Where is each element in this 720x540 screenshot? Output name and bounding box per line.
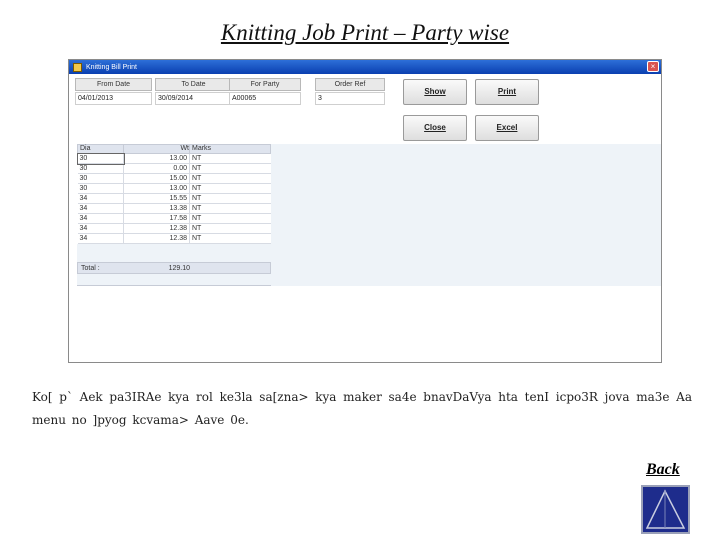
table-row[interactable]: 30 15.00 NT xyxy=(77,173,271,184)
order-ref-label: Order Ref xyxy=(315,78,385,91)
total-value: 129.10 xyxy=(168,264,190,272)
table-row[interactable]: 34 12.38 NT xyxy=(77,233,271,244)
order-ref-field[interactable]: 3 xyxy=(315,92,385,105)
cell-marks[interactable]: NT xyxy=(189,163,271,174)
for-party-field[interactable]: A00065 xyxy=(229,92,301,105)
slide-description: Ko[ p` Aek pa3IRAe kya rol ke3la sa[zna>… xyxy=(32,390,692,427)
cell-marks[interactable]: NT xyxy=(189,193,271,204)
back-link[interactable]: Back xyxy=(646,461,680,479)
close-button[interactable]: Close xyxy=(403,115,467,141)
window-title: Knitting Bill Print xyxy=(86,63,137,71)
grid-divider xyxy=(77,285,271,286)
from-date-field[interactable]: 04/01/2013 xyxy=(75,92,152,105)
cell-marks[interactable]: NT xyxy=(189,203,271,214)
cell-wt[interactable]: 13.38 xyxy=(123,203,190,214)
data-grid: Dia Wt Marks 30 13.00 NT 30 0.00 NT 30 1… xyxy=(76,144,661,286)
cell-wt[interactable]: 13.00 xyxy=(123,153,190,164)
cell-marks[interactable]: NT xyxy=(189,223,271,234)
cell-dia[interactable]: 30 xyxy=(77,183,124,194)
window-titlebar: Knitting Bill Print × xyxy=(69,60,661,74)
cell-wt[interactable]: 13.00 xyxy=(123,183,190,194)
cell-dia[interactable]: 34 xyxy=(77,213,124,224)
cell-wt[interactable]: 17.58 xyxy=(123,213,190,224)
table-row[interactable]: 34 15.55 NT xyxy=(77,193,271,204)
knitting-bill-print-window: Knitting Bill Print × From Date 04/01/20… xyxy=(68,59,662,363)
cell-marks[interactable]: NT xyxy=(189,213,271,224)
total-row: Total : 129.10 xyxy=(77,262,271,274)
table-row[interactable]: 34 12.38 NT xyxy=(77,223,271,234)
cell-marks[interactable]: NT xyxy=(189,153,271,164)
cell-wt[interactable]: 0.00 xyxy=(123,163,190,174)
cell-marks[interactable]: NT xyxy=(189,183,271,194)
results-table: Dia Wt Marks 30 13.00 NT 30 0.00 NT 30 1… xyxy=(76,144,271,244)
cell-marks[interactable]: NT xyxy=(189,233,271,244)
cell-dia[interactable]: 34 xyxy=(77,193,124,204)
table-row[interactable]: 34 13.38 NT xyxy=(77,203,271,214)
total-label: Total : xyxy=(81,264,100,272)
cell-dia[interactable]: 30 xyxy=(77,163,124,174)
cell-wt[interactable]: 15.00 xyxy=(123,173,190,184)
slide-title: Knitting Job Print – Party wise xyxy=(220,20,510,45)
cell-wt[interactable]: 15.55 xyxy=(123,193,190,204)
window-close-button[interactable]: × xyxy=(647,61,659,72)
for-party-label: For Party xyxy=(229,78,301,91)
back-arrow-button[interactable] xyxy=(641,485,690,534)
back-arrow-icon xyxy=(645,489,686,529)
table-row[interactable]: 30 13.00 NT xyxy=(76,152,271,165)
cell-dia[interactable]: 30 xyxy=(76,152,125,165)
table-row[interactable]: 30 13.00 NT xyxy=(77,183,271,194)
excel-button[interactable]: Excel xyxy=(475,115,539,141)
show-button[interactable]: Show xyxy=(403,79,467,105)
cell-marks[interactable]: NT xyxy=(189,173,271,184)
print-button[interactable]: Print xyxy=(475,79,539,105)
column-header-marks[interactable]: Marks xyxy=(189,144,271,154)
cell-wt[interactable]: 12.38 xyxy=(123,223,190,234)
table-row[interactable]: 34 17.58 NT xyxy=(77,213,271,224)
app-icon xyxy=(73,62,82,72)
cell-dia[interactable]: 34 xyxy=(77,223,124,234)
cell-dia[interactable]: 30 xyxy=(77,173,124,184)
cell-wt[interactable]: 12.38 xyxy=(123,233,190,244)
cell-dia[interactable]: 34 xyxy=(77,233,124,244)
column-header-dia[interactable]: Dia xyxy=(77,144,124,154)
to-date-field[interactable]: 30/09/2014 xyxy=(155,92,232,105)
to-date-label: To Date xyxy=(155,78,232,91)
column-header-wt[interactable]: Wt xyxy=(123,144,190,154)
cell-dia[interactable]: 34 xyxy=(77,203,124,214)
from-date-label: From Date xyxy=(75,78,152,91)
table-row[interactable]: 30 0.00 NT xyxy=(77,163,271,174)
